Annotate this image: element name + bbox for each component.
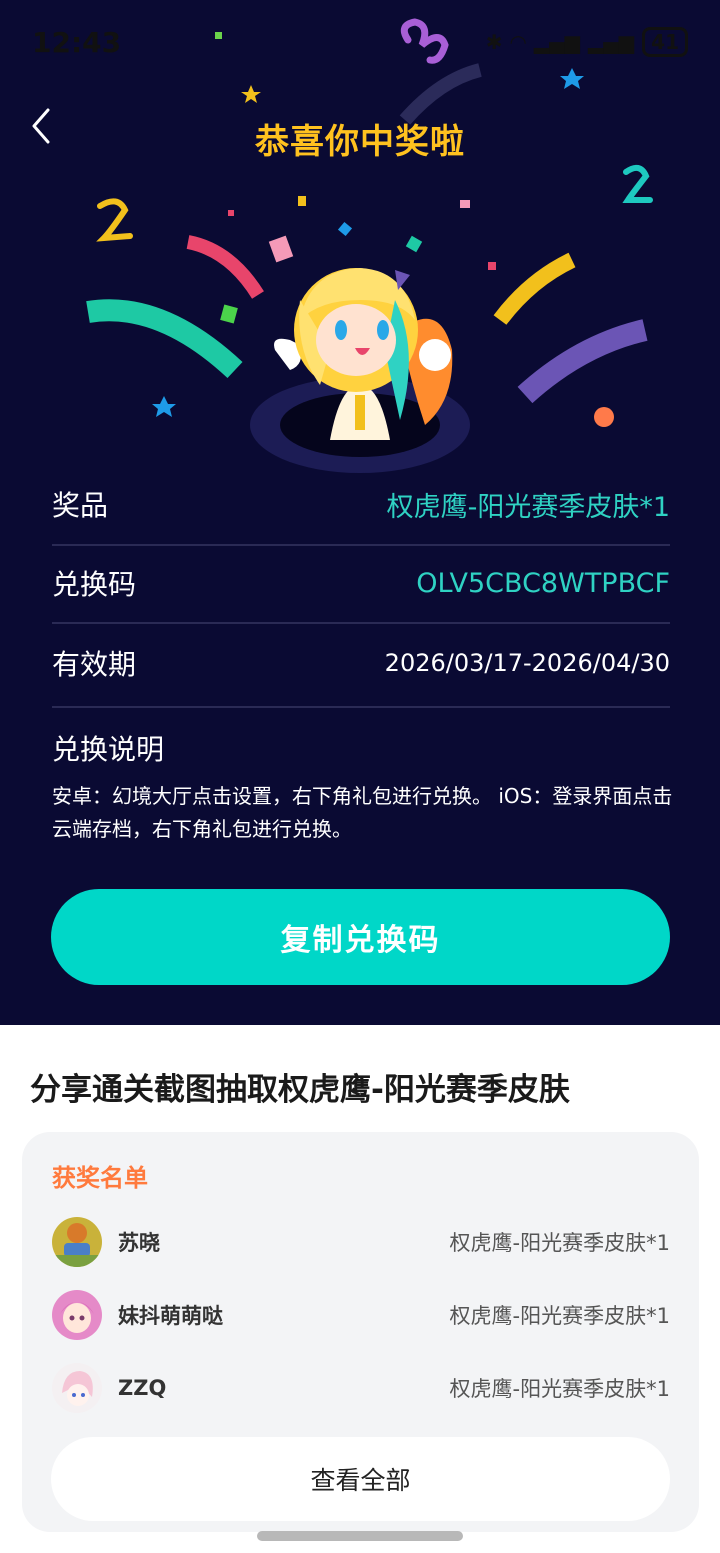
code-row: 兑换码 OLV5CBC8WTPBCF xyxy=(52,563,670,603)
winner-prize: 权虎鹰-阳光赛季皮肤*1 xyxy=(449,1304,670,1328)
redeem-code-value: OLV5CBC8WTPBCF xyxy=(416,567,670,599)
page-title: 恭喜你中奖啦 xyxy=(255,122,465,162)
prize-row: 奖品 权虎鹰-阳光赛季皮肤*1 xyxy=(52,484,670,524)
winner-name: ZZQ xyxy=(118,1376,167,1400)
winners-title: 获奖名单 xyxy=(52,1164,148,1192)
avatar xyxy=(52,1363,102,1413)
winner-prize: 权虎鹰-阳光赛季皮肤*1 xyxy=(449,1231,670,1255)
winner-prize: 权虎鹰-阳光赛季皮肤*1 xyxy=(449,1377,670,1401)
celebration-illustration xyxy=(86,18,653,473)
instructions-title: 兑换说明 xyxy=(52,733,165,766)
prize-value: 权虎鹰-阳光赛季皮肤*1 xyxy=(386,491,670,523)
copy-code-button[interactable]: 复制兑换码 xyxy=(51,889,670,985)
validity-label: 有效期 xyxy=(52,648,137,681)
view-all-button[interactable]: 查看全部 xyxy=(51,1437,670,1521)
prize-panel: 12:43 ✱ ◠ ▂▄▆ ▂▄▆ 41 恭喜你中奖啦 奖品 权虎鹰-阳光赛季皮… xyxy=(0,0,720,1025)
avatar xyxy=(52,1290,102,1340)
instructions-text: 安卓：幻境大厅点击设置，右下角礼包进行兑换。 iOS：登录界面点击云端存档，右下… xyxy=(52,784,673,841)
winner-row: 妹抖萌萌哒 权虎鹰-阳光赛季皮肤*1 xyxy=(52,1289,670,1341)
bluetooth-icon: ✱ xyxy=(485,30,503,54)
share-section-title: 分享通关截图抽取权虎鹰-阳光赛季皮肤 xyxy=(30,1072,570,1108)
divider xyxy=(52,544,670,546)
winner-name: 苏晓 xyxy=(118,1231,160,1255)
status-bar: 12:43 ✱ ◠ ▂▄▆ ▂▄▆ 41 xyxy=(32,22,688,62)
battery-icon: 41 xyxy=(642,27,688,57)
avatar xyxy=(52,1217,102,1267)
winner-name: 妹抖萌萌哒 xyxy=(118,1304,223,1328)
winner-row: ZZQ 权虎鹰-阳光赛季皮肤*1 xyxy=(52,1362,670,1414)
divider xyxy=(52,622,670,624)
home-indicator[interactable] xyxy=(257,1531,463,1541)
divider xyxy=(52,706,670,708)
status-icons: ✱ ◠ ▂▄▆ ▂▄▆ 41 xyxy=(486,27,688,57)
signal-icon: ▂▄▆ xyxy=(533,30,580,54)
signal-icon-2: ▂▄▆ xyxy=(588,30,635,54)
validity-value: 2026/03/17-2026/04/30 xyxy=(384,649,670,677)
status-time: 12:43 xyxy=(32,25,122,59)
wifi-icon: ◠ xyxy=(510,30,526,54)
validity-row: 有效期 2026/03/17-2026/04/30 xyxy=(52,643,670,683)
winner-row: 苏晓 权虎鹰-阳光赛季皮肤*1 xyxy=(52,1216,670,1268)
code-label: 兑换码 xyxy=(52,568,137,601)
prize-label: 奖品 xyxy=(52,489,109,522)
